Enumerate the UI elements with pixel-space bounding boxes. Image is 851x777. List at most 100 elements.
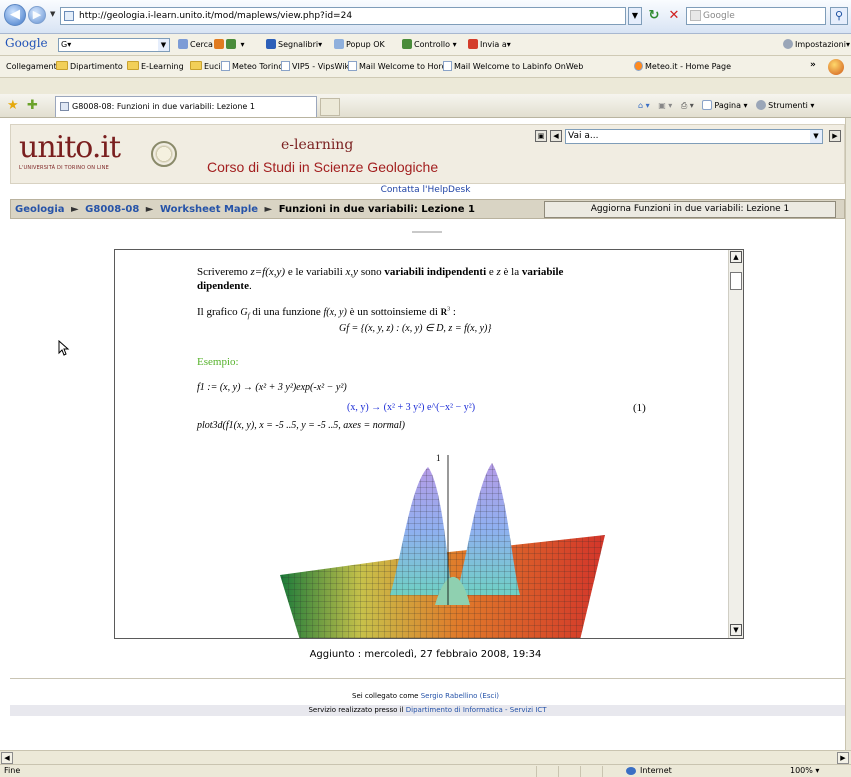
login-info: Sei collegato come Sergio Rabellino (Esc… — [352, 692, 499, 700]
page-icon — [348, 61, 357, 71]
maple-input-f1[interactable]: f1 := (x, y) → (x² + 3 y²)exp(-x² − y²) — [197, 382, 347, 393]
site-header: unito.it L'UNIVERSITÀ DI TORINO ON LINE … — [10, 124, 845, 184]
tools-menu[interactable]: Strumenti ▾ — [756, 100, 814, 110]
previous-activity-button[interactable]: ◀ — [550, 130, 562, 142]
search-input[interactable]: Google — [686, 7, 826, 25]
added-timestamp: Aggiunto : mercoledì, 27 febbraio 2008, … — [309, 649, 542, 660]
update-activity-button[interactable]: Aggiorna Funzioni in due variabili: Lezi… — [544, 201, 836, 218]
equation-number: (1) — [633, 402, 646, 414]
zone-indicator[interactable]: Internet — [626, 765, 672, 777]
folder-icon — [190, 61, 202, 70]
address-input[interactable]: http://geologia.i-learn.unito.it/mod/map… — [60, 7, 626, 25]
scroll-down-icon[interactable]: ▼ — [730, 624, 742, 636]
forward-button[interactable]: ▶ — [28, 6, 46, 24]
paragraph-definition: Scriveremo z=f(x,y) e le variabili x,y s… — [197, 266, 564, 278]
maple-input-plot3d[interactable]: plot3d(f1(x, y), x = -5 ..5, y = -5 ..5,… — [197, 420, 405, 431]
extension-icon[interactable] — [828, 59, 844, 75]
home-icon[interactable]: ⌂ ▾ — [638, 101, 650, 110]
link-meteo-torino[interactable]: Meteo Torino — [221, 61, 283, 73]
page-menu[interactable]: Pagina ▾ — [702, 100, 748, 110]
example-label: Esempio: — [197, 356, 239, 368]
window-icon[interactable]: ▣ — [535, 130, 547, 142]
page-viewport: unito.it L'UNIVERSITÀ DI TORINO ON LINE … — [0, 118, 851, 750]
scroll-thumb[interactable] — [730, 272, 742, 290]
print-icon[interactable]: ⎙ ▾ — [681, 101, 694, 110]
breadcrumb-module[interactable]: Worksheet Maple — [160, 204, 258, 215]
status-text: Fine — [4, 766, 21, 775]
breadcrumb-separator: ► — [145, 204, 154, 215]
google-icon — [690, 10, 701, 21]
page-horizontal-scrollbar[interactable]: ◀ ▶ — [0, 750, 851, 764]
footer-link[interactable]: Dipartimento di Informatica - Servizi IC… — [406, 706, 547, 714]
google-search-prefix: G▾ — [61, 40, 72, 49]
scroll-up-icon[interactable]: ▲ — [730, 251, 742, 263]
surface-plot: 1 — [280, 453, 605, 638]
logout-link[interactable]: (Esci) — [480, 692, 499, 700]
page-icon — [221, 61, 230, 71]
zoom-level[interactable]: 100% ▾ — [790, 765, 819, 777]
link-dipartimento[interactable]: Dipartimento — [56, 61, 123, 73]
bookmarks-button[interactable]: Segnalibri▾ — [266, 38, 322, 52]
send-icon — [468, 39, 478, 49]
history-dropdown-icon[interactable]: ▼ — [50, 10, 55, 18]
link-mail-horde[interactable]: Mail Welcome to Horde — [348, 61, 452, 73]
breadcrumb-course[interactable]: G8008-08 — [85, 204, 139, 215]
scroll-right-icon[interactable]: ▶ — [837, 752, 849, 764]
maple-output-f1: (x, y) → (x² + 3 y²) e^(−x² − y²) — [347, 402, 476, 413]
favorites-star-icon[interactable]: ★ — [7, 98, 19, 113]
address-text: http://geologia.i-learn.unito.it/mod/map… — [79, 11, 353, 21]
stop-icon[interactable]: ✕ — [666, 8, 682, 24]
add-favorite-icon[interactable]: ✚ — [27, 98, 38, 113]
jump-to-value: Vai a... — [568, 131, 599, 141]
google-search-input[interactable]: G▾ ▼ — [58, 38, 170, 52]
page-icon — [64, 11, 74, 21]
scroll-left-icon[interactable]: ◀ — [1, 752, 13, 764]
new-tab-button[interactable] — [320, 98, 340, 116]
paragraph-graph: Il grafico Gf di una funzione f(x, y) è … — [197, 306, 456, 321]
unito-logo[interactable]: unito.it — [19, 133, 121, 163]
breadcrumb-home[interactable]: Geologia — [15, 204, 65, 215]
settings-button[interactable]: Impostazioni▾ — [783, 38, 850, 52]
link-meteo-it[interactable]: Meteo.it - Home Page — [634, 61, 731, 73]
refresh-icon[interactable]: ↻ — [646, 8, 662, 24]
link-mail-labinfo[interactable]: Mail Welcome to Labinfo OnWeb — [443, 61, 583, 73]
search-icon[interactable]: ⚲ — [830, 7, 848, 25]
next-activity-button[interactable]: ▶ — [829, 130, 841, 142]
star-icon — [266, 39, 276, 49]
page-icon — [702, 100, 713, 110]
user-link[interactable]: Sergio Rabellino — [421, 692, 478, 700]
back-button[interactable]: ◀ — [4, 4, 26, 26]
footer: Servizio realizzato presso il Dipartimen… — [10, 705, 845, 716]
jump-to-navigation: ▣ ◀ Vai a... ▼ ▶ — [535, 129, 843, 145]
helpdesk-link[interactable]: Contatta l'HelpDesk — [0, 185, 851, 195]
jump-to-select[interactable]: Vai a... ▼ — [565, 129, 823, 144]
google-logo: Google — [5, 36, 48, 50]
tab-active[interactable]: G8008-08: Funzioni in due variabili: Lez… — [55, 96, 317, 117]
link-elearning[interactable]: E-Learning — [127, 61, 184, 73]
frame-resize-handle[interactable] — [412, 231, 442, 233]
mouse-cursor-icon — [58, 340, 70, 356]
status-segment — [580, 766, 600, 777]
link-vips-wiki[interactable]: VIP5 - VipsWiki — [281, 61, 351, 73]
spellcheck-icon — [402, 39, 412, 49]
page-icon — [634, 61, 643, 71]
spellcheck-button[interactable]: Controllo ▾ — [402, 38, 457, 52]
command-bar: ⌂ ▾ ▣ ▾ ⎙ ▾ Pagina ▾ Strumenti ▾ — [638, 99, 814, 113]
google-search-button[interactable]: Cerca — [178, 38, 213, 52]
address-dropdown-icon[interactable]: ▼ — [628, 7, 642, 25]
worksheet-scrollbar[interactable]: ▲ ▼ — [728, 250, 743, 638]
tab-bar: ★ ✚ G8008-08: Funzioni in due variabili:… — [0, 94, 851, 118]
elearning-title: e-learning — [281, 137, 354, 153]
popup-blocker-button[interactable]: Popup OK — [334, 38, 385, 52]
chevron-right-icon[interactable]: » — [810, 60, 816, 70]
send-to-button[interactable]: Invia a▾ — [468, 38, 511, 52]
z-axis-tick-label: 1 — [436, 453, 441, 463]
chevron-down-icon[interactable]: ▼ — [158, 39, 169, 51]
wrench-icon — [783, 39, 793, 49]
globe-icon — [626, 767, 636, 775]
page-vertical-scrollbar[interactable] — [845, 118, 851, 750]
tools-icon[interactable]: ▾ — [214, 38, 245, 52]
breadcrumb-current: Funzioni in due variabili: Lezione 1 — [278, 204, 475, 215]
folder-icon — [127, 61, 139, 70]
feeds-icon[interactable]: ▣ ▾ — [658, 101, 672, 110]
